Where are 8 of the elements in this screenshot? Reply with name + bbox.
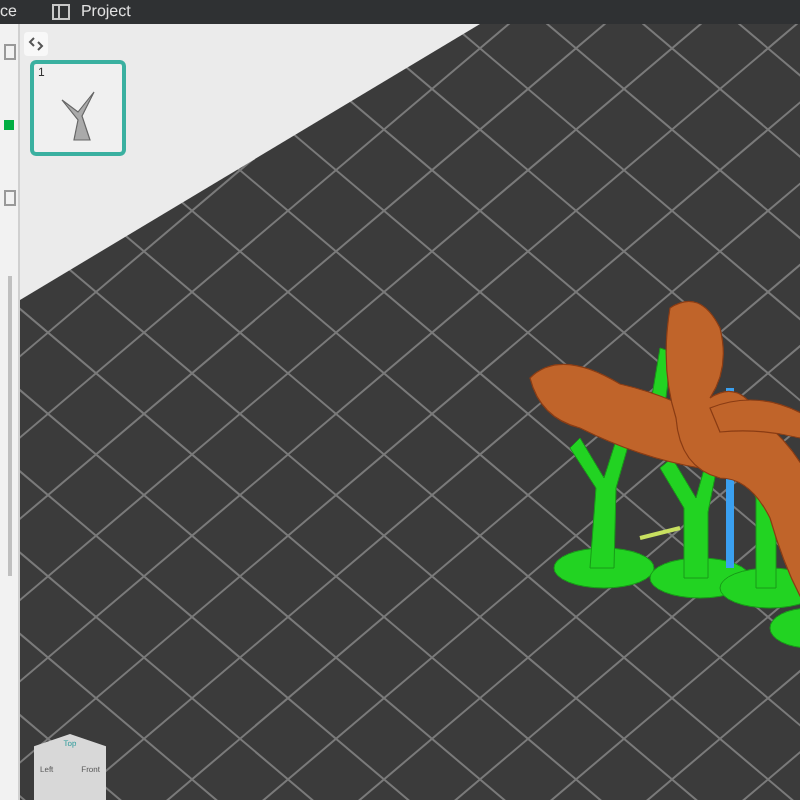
top-tab[interactable]: ce [0,0,21,24]
collapse-button[interactable] [24,32,48,56]
expand-icon [28,36,44,52]
toolbar-icon[interactable] [3,44,15,60]
panel-icon [52,4,71,20]
top-tab[interactable]: Project [48,0,135,24]
scroll-bar[interactable] [7,276,11,576]
toolbar-icon[interactable] [3,190,15,206]
